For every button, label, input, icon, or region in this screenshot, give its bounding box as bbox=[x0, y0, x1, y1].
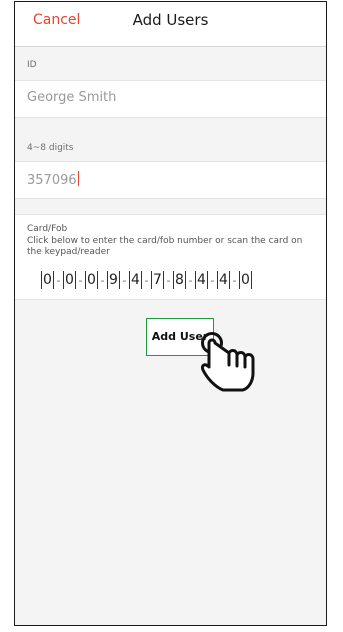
digit-separator: - bbox=[188, 273, 193, 287]
digit-separator: - bbox=[144, 273, 149, 287]
digit-separator: - bbox=[122, 273, 127, 287]
card-number-digits: 0-0-0-9-4-7-8-4-4-0 bbox=[41, 271, 252, 289]
id-label: ID bbox=[27, 60, 37, 70]
app-screen: Cancel Add Users ID George Smith 4~8 dig… bbox=[14, 1, 327, 626]
card-digit-10[interactable]: 0 bbox=[239, 271, 252, 289]
tap-hand-icon bbox=[201, 332, 255, 392]
card-digit-2[interactable]: 0 bbox=[63, 271, 76, 289]
card-fob-help: Click below to enter the card/fob number… bbox=[27, 236, 303, 257]
code-value: 357096 bbox=[27, 173, 77, 188]
code-label: 4~8 digits bbox=[27, 143, 74, 153]
card-fob-section: Card/Fob Click below to enter the card/f… bbox=[15, 214, 326, 300]
id-field[interactable]: George Smith bbox=[15, 80, 326, 118]
page-title: Add Users bbox=[132, 11, 209, 29]
navigation-bar: Cancel Add Users bbox=[15, 2, 326, 47]
card-fob-title: Card/Fob bbox=[27, 224, 68, 234]
card-digit-4[interactable]: 9 bbox=[107, 271, 120, 289]
digit-separator: - bbox=[166, 273, 171, 287]
card-digit-6[interactable]: 7 bbox=[151, 271, 164, 289]
card-digit-5[interactable]: 4 bbox=[129, 271, 142, 289]
card-digit-1[interactable]: 0 bbox=[41, 271, 54, 289]
card-digit-9[interactable]: 4 bbox=[217, 271, 230, 289]
code-value-wrap: 357096 bbox=[27, 171, 80, 188]
text-caret bbox=[77, 171, 80, 186]
id-value: George Smith bbox=[27, 90, 117, 105]
digit-separator: - bbox=[78, 273, 83, 287]
code-field[interactable]: 357096 bbox=[15, 161, 326, 199]
card-digit-8[interactable]: 4 bbox=[195, 271, 208, 289]
card-digit-3[interactable]: 0 bbox=[85, 271, 98, 289]
card-digit-7[interactable]: 8 bbox=[173, 271, 186, 289]
digit-separator: - bbox=[100, 273, 105, 287]
digit-separator: - bbox=[232, 273, 237, 287]
digit-separator: - bbox=[210, 273, 215, 287]
digit-separator: - bbox=[56, 273, 61, 287]
